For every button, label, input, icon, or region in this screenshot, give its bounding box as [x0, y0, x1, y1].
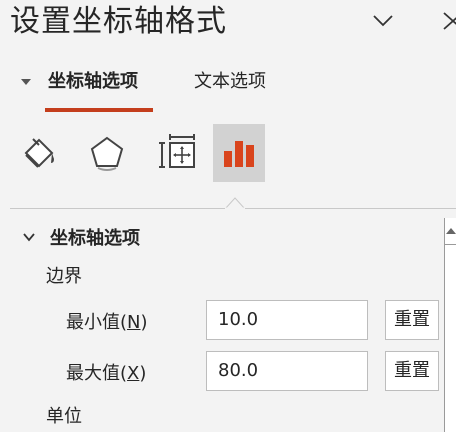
tab-axis-options[interactable]: 坐标轴选项: [48, 66, 138, 98]
fill-line-icon: [24, 138, 54, 168]
scroll-up-icon: [446, 228, 456, 234]
effects-button[interactable]: [81, 124, 133, 182]
section-axis-options-header[interactable]: 坐标轴选项: [22, 224, 140, 250]
axis-options-button[interactable]: [213, 124, 265, 182]
minimum-label: 最小值(N): [66, 312, 148, 333]
active-tab-indicator: [45, 108, 153, 112]
selected-caret-icon: [225, 197, 245, 209]
section-title: 坐标轴选项: [50, 228, 140, 249]
maximum-value-input[interactable]: 80.0: [206, 351, 368, 391]
size-properties-icon: [159, 134, 195, 168]
scroll-up-button[interactable]: [445, 218, 456, 245]
effects-icon: [90, 136, 124, 171]
minimum-reset-button[interactable]: 重置: [385, 300, 439, 340]
scrollbar[interactable]: [444, 218, 456, 432]
close-pane-button[interactable]: [440, 8, 456, 34]
fill-line-button[interactable]: [14, 124, 66, 182]
close-icon: [443, 12, 456, 30]
tab-dropdown-icon[interactable]: [20, 76, 32, 88]
chevron-down-icon: [23, 233, 35, 242]
size-properties-button[interactable]: [152, 124, 204, 182]
maximum-reset-button[interactable]: 重置: [385, 351, 439, 391]
chevron-down-icon: [373, 15, 393, 27]
bounds-label: 边界: [46, 266, 82, 287]
axis-options-icon: [224, 141, 254, 167]
pane-title: 设置坐标轴格式: [10, 4, 227, 39]
tab-text-options[interactable]: 文本选项: [194, 66, 266, 98]
collapse-pane-button[interactable]: [370, 8, 396, 34]
minimum-value-input[interactable]: 10.0: [206, 300, 368, 340]
units-label: 单位: [46, 406, 82, 427]
maximum-label: 最大值(X): [66, 363, 147, 384]
